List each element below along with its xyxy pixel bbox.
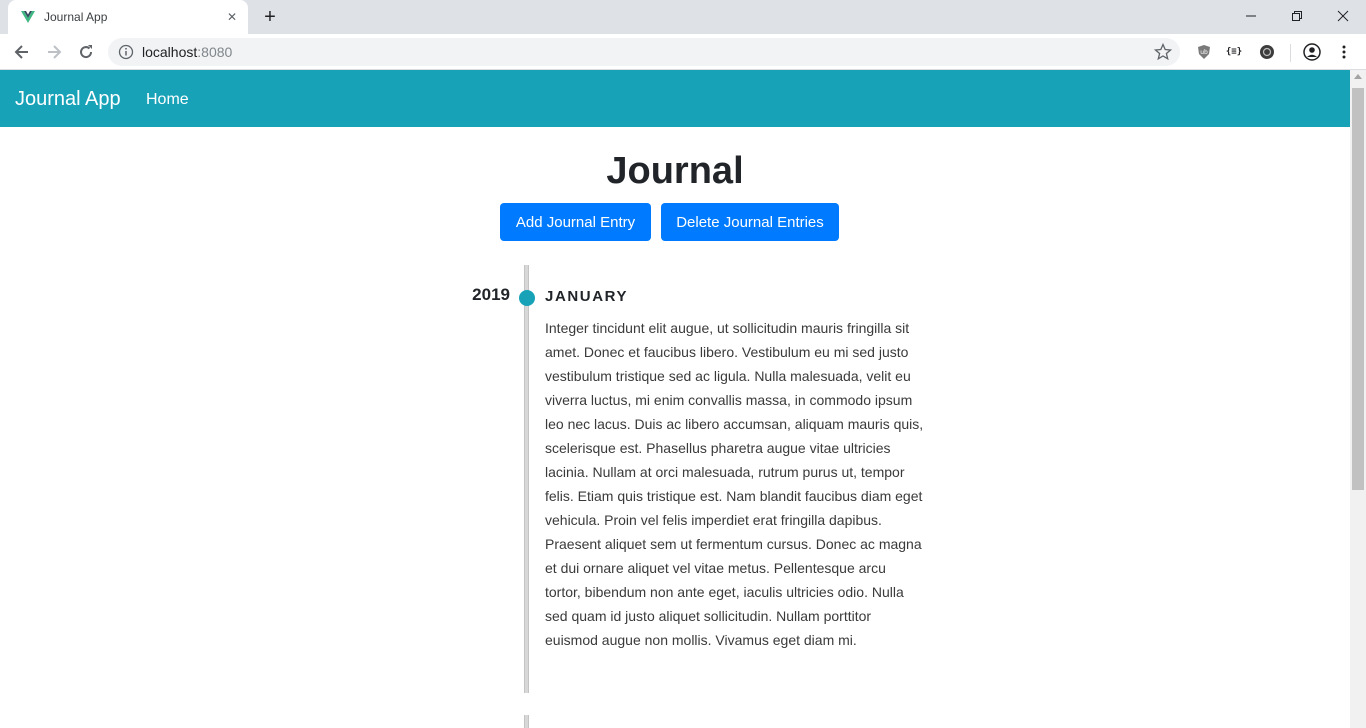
plus-icon: + <box>264 6 276 28</box>
url-port: :8080 <box>197 44 233 60</box>
json-extension-icon: {≡} <box>1225 47 1243 57</box>
new-tab-button[interactable]: + <box>258 5 282 29</box>
timeline-month: JANUARY <box>545 288 629 305</box>
browser-toolbar: localhost:8080 ub {≡} <box>0 34 1366 70</box>
toolbar-separator <box>1290 44 1291 62</box>
profile-avatar-icon <box>1303 43 1321 61</box>
url-host: localhost <box>142 44 198 60</box>
forward-arrow-icon <box>48 45 62 59</box>
navbar-brand[interactable]: Journal App <box>15 88 121 111</box>
shield-icon: ub <box>1198 45 1210 59</box>
more-vertical-icon <box>1342 45 1346 59</box>
add-journal-entry-button[interactable]: Add Journal Entry <box>500 203 651 241</box>
minimize-icon <box>1246 15 1256 17</box>
page-title: Journal <box>606 150 744 192</box>
site-info-icon[interactable] <box>118 44 134 60</box>
back-button[interactable] <box>8 38 36 66</box>
timeline-marker <box>519 290 535 306</box>
extension-globe-icon <box>1260 45 1274 59</box>
delete-journal-entries-button[interactable]: Delete Journal Entries <box>661 203 839 241</box>
timeline-line <box>524 265 529 693</box>
address-bar[interactable]: localhost:8080 <box>108 38 1180 66</box>
close-tab-icon[interactable]: ✕ <box>222 7 242 27</box>
close-tab-glyph: ✕ <box>226 10 238 24</box>
timeline-year: 2019 <box>472 285 510 304</box>
dark-extension-button[interactable] <box>1257 42 1277 62</box>
tab-strip: Journal App ✕ + <box>0 0 1366 34</box>
restore-button[interactable] <box>1274 0 1320 32</box>
bookmark-star-icon[interactable] <box>1154 43 1172 61</box>
app-navbar: Journal App Home <box>0 70 1350 127</box>
tab-title: Journal App <box>44 10 108 24</box>
url-text: localhost:8080 <box>142 44 232 60</box>
browser-tab[interactable]: Journal App ✕ <box>8 0 248 34</box>
close-icon <box>1337 10 1349 22</box>
reload-button[interactable] <box>72 38 100 66</box>
minimize-button[interactable] <box>1228 0 1274 32</box>
restore-icon <box>1292 11 1302 21</box>
scroll-up-arrow-icon[interactable] <box>1354 74 1362 79</box>
json-extension-button[interactable]: {≡} <box>1224 42 1244 62</box>
browser-menu-button[interactable] <box>1334 42 1354 62</box>
forward-button[interactable] <box>40 38 68 66</box>
nav-link-home[interactable]: Home <box>146 91 189 109</box>
page-viewport: Journal App Home Journal Add Journal Ent… <box>0 70 1366 728</box>
close-window-button[interactable] <box>1320 0 1366 32</box>
page-scrollbar[interactable] <box>1350 70 1366 728</box>
profile-button[interactable] <box>1302 42 1322 62</box>
timeline-line-next <box>524 715 529 728</box>
journal-entry-text: Integer tincidunt elit augue, ut sollici… <box>545 320 924 648</box>
svg-text:ub: ub <box>1200 49 1208 56</box>
reload-icon <box>80 45 93 59</box>
back-arrow-icon <box>14 45 28 59</box>
scrollbar-thumb[interactable] <box>1352 88 1364 490</box>
ublock-extension-button[interactable]: ub <box>1194 42 1214 62</box>
vue-logo-icon <box>21 11 35 23</box>
